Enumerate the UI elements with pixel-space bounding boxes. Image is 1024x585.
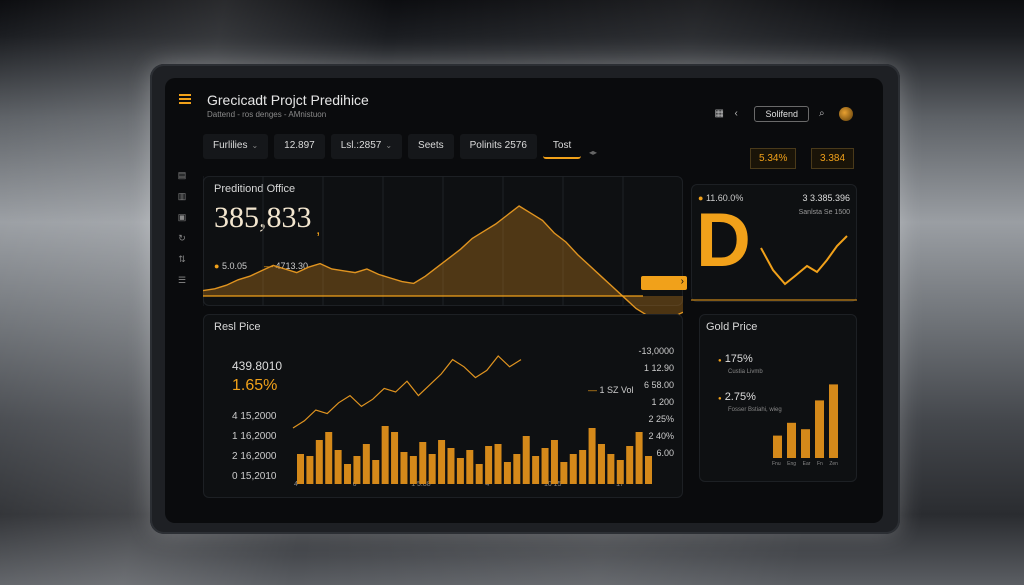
volume-bar (456, 458, 464, 484)
volume-bar (485, 446, 493, 484)
volume-bar (597, 444, 605, 484)
volume-bar (541, 448, 549, 484)
volume-bar (466, 450, 474, 484)
gold-price-chart (773, 384, 838, 458)
volume-bar (325, 432, 333, 484)
price-line (292, 355, 522, 429)
forecast-line (760, 235, 848, 286)
volume-bar (362, 444, 370, 484)
forecast-chart (691, 235, 857, 301)
gold-bar (773, 435, 782, 458)
volume-bar (503, 462, 511, 484)
account-button[interactable]: Solifend (754, 106, 809, 122)
volume-bar (297, 454, 304, 484)
volume-bar (372, 460, 380, 484)
more-icon[interactable]: ◂▸ (589, 148, 597, 157)
filter-tabs: Furlilies ⌄ 12.897 Lsl.:2857 ⌄ Seets Polin… (203, 134, 582, 159)
gold-bar (829, 384, 838, 458)
volume-bar (494, 444, 502, 484)
volume-bar (645, 456, 652, 484)
gold-bar (787, 422, 796, 458)
chevron-left-icon[interactable]: ‹ (734, 109, 744, 119)
volume-bar (588, 428, 596, 484)
sidebar: ▤ ▥ ▣ ↻ ⇅ ☰ (175, 170, 189, 286)
app-title: Grecicadt Projct Predihice (207, 92, 369, 108)
dashboard-screen: Grecicadt Projct Predihice Dattend - ros… (165, 78, 883, 523)
volume-bar (635, 432, 643, 484)
volume-bar (569, 454, 577, 484)
prediction-chart (203, 176, 683, 324)
volume-bar (579, 450, 587, 484)
volume-bar (475, 464, 483, 484)
volume-bar (626, 446, 634, 484)
app-subtitle: Dattend - ros denges - AMnistuon (207, 110, 327, 119)
forecast-marker[interactable]: › (641, 276, 687, 290)
volume-bar (428, 454, 436, 484)
document-icon[interactable]: ▤ (175, 170, 189, 181)
volume-bar (438, 440, 446, 484)
list-icon[interactable]: ☰ (175, 275, 189, 286)
volume-bar (409, 456, 417, 484)
volume-bar (334, 450, 342, 484)
tab-seets[interactable]: Seets (408, 134, 454, 159)
volume-bar (381, 426, 389, 484)
volume-bar (513, 454, 521, 484)
volume-bar (522, 436, 530, 484)
volume-bar (607, 454, 615, 484)
volume-bar (447, 448, 455, 484)
grid-icon[interactable]: ▦ (714, 109, 724, 119)
tab-tost[interactable]: Tost (542, 134, 582, 159)
stat-pill-left[interactable]: 5.34% (750, 148, 797, 169)
volume-bar (550, 440, 558, 484)
chart-icon[interactable]: ▥ (175, 191, 189, 202)
search-icon[interactable]: ⌕ (819, 109, 829, 119)
tab-polinits[interactable]: Polinits 2576 (459, 134, 537, 159)
top-right-toolbar: ▦ ‹ Solifend ⌕ (714, 106, 853, 122)
gold-bar (815, 400, 824, 458)
volume-bar (419, 442, 427, 484)
menu-icon[interactable] (179, 94, 191, 104)
tab-lsl[interactable]: Lsl.:2857 ⌄ (330, 134, 403, 159)
real-price-chart (292, 355, 652, 484)
volume-bar (532, 456, 540, 484)
avatar[interactable] (839, 107, 853, 121)
volume-bar (560, 462, 568, 484)
volume-bar (391, 432, 399, 484)
volume-bar (353, 456, 361, 484)
folder-icon[interactable]: ▣ (175, 212, 189, 223)
tab-furlilies[interactable]: Furlilies ⌄ (203, 134, 269, 159)
volume-bar (344, 464, 352, 484)
chevron-down-icon: ⌄ (251, 141, 259, 150)
shuffle-icon[interactable]: ⇅ (175, 254, 189, 265)
refresh-icon[interactable]: ↻ (175, 233, 189, 244)
tab-value[interactable]: 12.897 (274, 134, 325, 159)
volume-bar (616, 460, 624, 484)
stat-pill-right[interactable]: 3.384 (811, 148, 855, 169)
gold-bar (801, 429, 810, 458)
volume-bar (315, 440, 323, 484)
volume-bar (400, 452, 408, 484)
arrow-right-icon: › (680, 276, 684, 287)
volume-bar (306, 456, 314, 484)
chevron-down-icon: ⌄ (385, 141, 393, 150)
